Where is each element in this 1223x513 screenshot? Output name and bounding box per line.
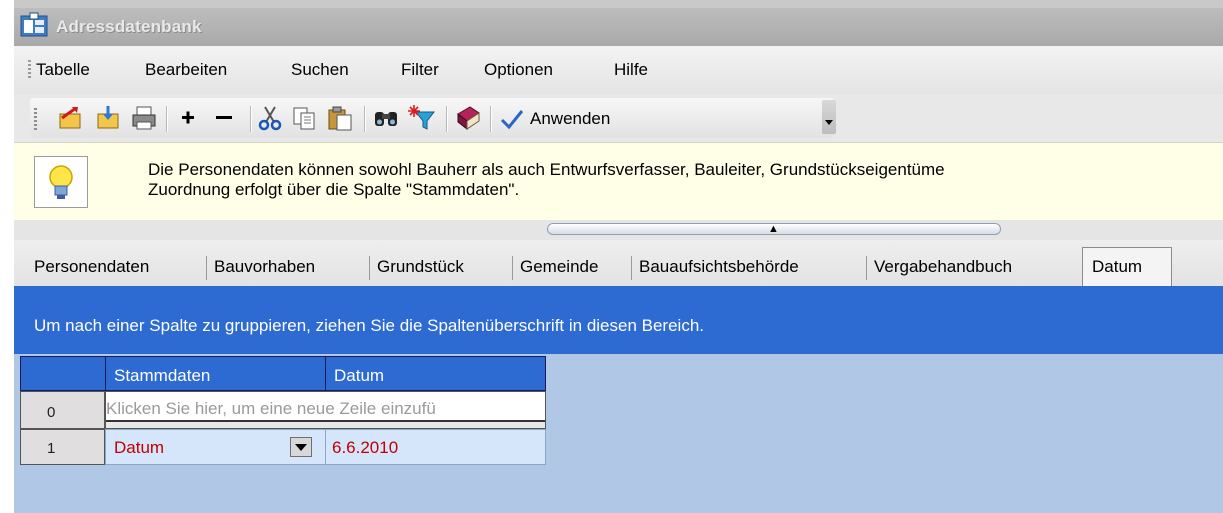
export-icon[interactable] — [56, 104, 84, 132]
info-icon-frame — [34, 156, 88, 208]
menu-suchen[interactable]: Suchen — [291, 60, 349, 80]
tab-grundstueck[interactable]: Grundstück — [377, 257, 464, 277]
column-header-datum[interactable]: Datum — [325, 356, 546, 391]
toolstrip: Anwenden — [30, 98, 834, 138]
column-header-label: Stammdaten — [114, 366, 211, 385]
toolbar-separator — [250, 106, 252, 132]
lightbulb-icon — [49, 165, 73, 199]
toolbar-separator — [166, 106, 168, 132]
cell-stammdaten-value: Datum — [114, 438, 165, 457]
book-icon[interactable] — [454, 104, 482, 132]
menu-hilfe[interactable]: Hilfe — [614, 60, 648, 80]
app-icon — [20, 12, 48, 37]
new-row-hint: Klicken Sie hier, um eine neue Zeile ein… — [106, 399, 436, 418]
tab-gemeinde[interactable]: Gemeinde — [520, 257, 598, 277]
tab-datum[interactable]: Datum — [1092, 257, 1142, 277]
toolbar-overflow-button[interactable] — [822, 100, 836, 134]
table-row[interactable]: 1 Datum 6.6.2010 — [20, 429, 546, 467]
title-bar: Adressdatenbank — [14, 8, 1223, 46]
collapse-splitter-button[interactable]: ▲ — [547, 223, 1001, 235]
info-panel: Die Personendaten können sowohl Bauherr … — [14, 142, 1223, 221]
filter-icon[interactable] — [408, 104, 436, 132]
cut-icon[interactable] — [256, 104, 284, 132]
info-text: Die Personendaten können sowohl Bauherr … — [148, 160, 945, 200]
new-row-cell[interactable]: Klicken Sie hier, um eine neue Zeile ein… — [105, 391, 546, 429]
add-icon[interactable] — [174, 104, 202, 132]
toolbar-grip[interactable] — [34, 108, 37, 130]
chevron-down-icon[interactable] — [290, 437, 312, 457]
chevron-up-icon: ▲ — [768, 223, 779, 235]
grid-area: Stammdaten Datum 0 Klicken Sie hier, um … — [14, 354, 1223, 513]
apply-icon — [500, 110, 524, 130]
cell-stammdaten[interactable]: Datum — [105, 429, 326, 465]
new-row-separator — [106, 420, 545, 428]
menu-tabelle[interactable]: Tabelle — [36, 60, 90, 80]
tab-bauvorhaben[interactable]: Bauvorhaben — [214, 257, 315, 277]
new-row[interactable]: 0 Klicken Sie hier, um eine neue Zeile e… — [20, 391, 546, 429]
row-number: 0 — [20, 391, 105, 429]
tab-separator — [369, 256, 370, 280]
column-header-stammdaten[interactable]: Stammdaten — [105, 356, 326, 391]
menu-bar: Tabelle Bearbeiten Suchen Filter Optione… — [14, 46, 1223, 94]
tab-separator — [866, 256, 867, 280]
row-number-label: 0 — [47, 404, 56, 421]
apply-label: Anwenden — [530, 109, 611, 128]
column-header-label: Datum — [334, 366, 385, 385]
info-line-1: Die Personendaten können sowohl Bauherr … — [148, 160, 945, 179]
menu-bearbeiten[interactable]: Bearbeiten — [145, 60, 227, 80]
left-desktop-strip — [0, 0, 14, 513]
cell-datum[interactable]: 6.6.2010 — [325, 429, 546, 465]
tab-personendaten[interactable]: Personendaten — [34, 257, 149, 277]
import-icon[interactable] — [94, 104, 122, 132]
tab-separator — [512, 256, 513, 280]
application-window: Adressdatenbank Tabelle Bearbeiten Suche… — [14, 0, 1223, 513]
apply-button[interactable]: Anwenden — [500, 106, 610, 132]
row-number-label: 1 — [47, 440, 56, 457]
tab-bauaufsichtsbehoerde[interactable]: Bauaufsichtsbehörde — [639, 257, 799, 277]
toolbar-separator — [364, 106, 366, 132]
window-title: Adressdatenbank — [56, 17, 202, 36]
print-icon[interactable] — [130, 104, 158, 132]
menu-filter[interactable]: Filter — [401, 60, 439, 80]
splitter: ▲ — [14, 220, 1223, 240]
tab-bar: Personendaten Bauvorhaben Grundstück Gem… — [14, 240, 1223, 287]
tab-separator — [631, 256, 632, 280]
toolbar-separator — [446, 106, 448, 132]
row-header-corner[interactable] — [20, 356, 106, 391]
row-number: 1 — [20, 429, 105, 465]
menu-optionen[interactable]: Optionen — [484, 60, 553, 80]
remove-icon[interactable] — [210, 104, 238, 132]
copy-icon[interactable] — [290, 104, 318, 132]
toolbar-separator — [490, 106, 492, 132]
cell-datum-value: 6.6.2010 — [332, 438, 399, 457]
tab-separator — [206, 256, 207, 280]
menu-grip[interactable] — [28, 60, 31, 80]
toolbar: Anwenden — [14, 94, 1223, 142]
group-by-hint: Um nach einer Spalte zu gruppieren, zieh… — [34, 316, 705, 335]
find-icon[interactable] — [372, 104, 400, 132]
group-by-panel[interactable]: Um nach einer Spalte zu gruppieren, zieh… — [14, 286, 1223, 354]
tab-vergabehandbuch[interactable]: Vergabehandbuch — [874, 257, 1012, 277]
info-line-2: Zuordnung erfolgt über die Spalte "Stamm… — [148, 180, 520, 199]
paste-icon[interactable] — [326, 104, 354, 132]
